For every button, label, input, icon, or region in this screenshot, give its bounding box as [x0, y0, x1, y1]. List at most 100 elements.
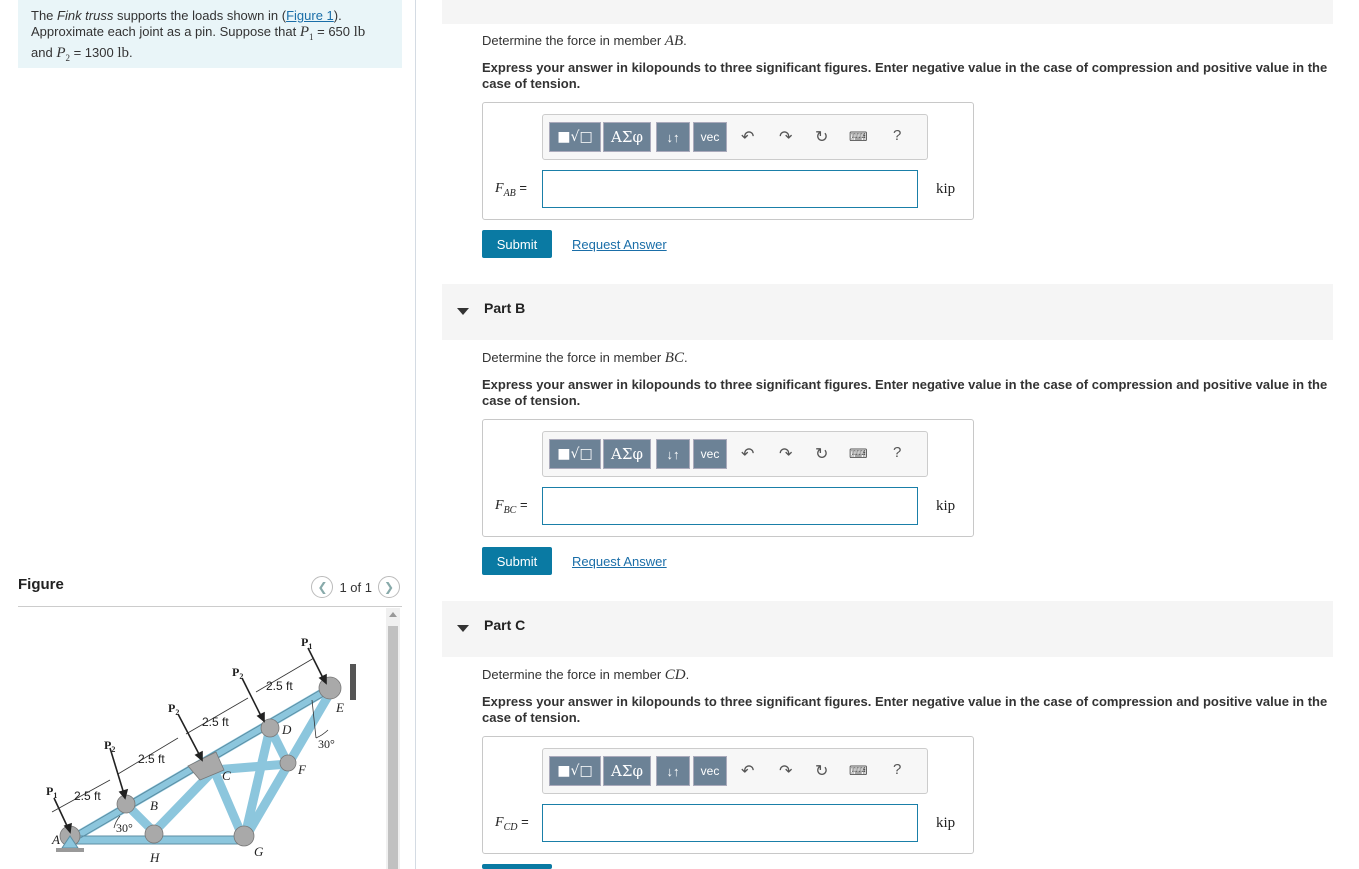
arrows-button[interactable]: ↓↑	[656, 122, 690, 152]
truss-diagram: P1 P2 P2 P2 P1 2.5 ft 2.5 ft 2.5 ft 2.5 …	[46, 635, 356, 865]
svg-text:30°: 30°	[116, 821, 133, 835]
svg-text:2.5 ft: 2.5 ft	[74, 789, 101, 803]
part-c-submit-button[interactable]	[482, 864, 552, 869]
math-toolbar: ■√□ ΑΣφ ↓↑ vec ↶ ↷ ↻ ⌨ ?	[542, 431, 928, 477]
scroll-up-icon[interactable]	[389, 612, 397, 617]
keyboard-icon[interactable]: ⌨	[849, 763, 868, 779]
load-arrows	[53, 647, 327, 834]
part-b-header[interactable]: Part B	[442, 284, 1333, 340]
part-b-instructions: Express your answer in kilopounds to thr…	[482, 377, 1328, 408]
part-a-submit-button[interactable]: Submit	[482, 230, 552, 258]
vec-button[interactable]: vec	[693, 122, 727, 152]
chevron-right-icon: ❯	[383, 580, 395, 594]
collapse-triangle-icon	[457, 625, 469, 632]
vec-button[interactable]: vec	[693, 439, 727, 469]
reset-icon[interactable]: ↻	[815, 761, 828, 781]
pager-text: 1 of 1	[339, 579, 372, 595]
help-button[interactable]: ?	[893, 444, 901, 461]
svg-text:P2: P2	[104, 738, 115, 754]
part-b-question: Determine the force in member BC.	[482, 350, 688, 366]
unit-label: kip	[936, 181, 956, 197]
truss-name: Fink truss	[57, 8, 114, 23]
svg-text:C: C	[222, 768, 231, 783]
math-toolbar: ■√□ ΑΣφ ↓↑ vec ↶ ↷ ↻ ⌨ ?	[542, 748, 928, 794]
math-toolbar: ■√□ ΑΣφ ↓↑ vec ↶ ↷ ↻ ⌨ ?	[542, 114, 928, 160]
undo-icon[interactable]: ↶	[741, 761, 754, 781]
svg-text:E: E	[335, 700, 344, 715]
figure-scrollbar[interactable]	[386, 608, 400, 869]
part-c-instructions: Express your answer in kilopounds to thr…	[482, 694, 1328, 725]
svg-text:A: A	[51, 832, 60, 847]
redo-icon[interactable]: ↷	[779, 444, 792, 464]
figure-link[interactable]: Figure 1	[286, 8, 334, 23]
part-b-request-answer-link[interactable]: Request Answer	[572, 554, 667, 569]
f-bc-label: FBC =	[495, 497, 528, 516]
svg-text:H: H	[149, 850, 160, 865]
scroll-thumb[interactable]	[388, 626, 398, 869]
greek-button[interactable]: ΑΣφ	[603, 439, 651, 469]
collapse-triangle-icon	[457, 308, 469, 315]
f-ab-label: FAB =	[495, 180, 527, 199]
panel-divider	[415, 0, 416, 869]
fraction-root-icon: ■√□	[557, 763, 593, 779]
template-button[interactable]: ■√□	[549, 756, 601, 786]
figure-pager: ❮ 1 of 1 ❯	[311, 576, 400, 598]
svg-text:D: D	[281, 722, 292, 737]
svg-text:2.5 ft: 2.5 ft	[266, 679, 293, 693]
part-a-instructions: Express your answer in kilopounds to thr…	[482, 60, 1328, 91]
figure-title: Figure	[18, 576, 64, 593]
part-a-header-strip	[442, 0, 1333, 24]
svg-text:P1: P1	[301, 635, 312, 651]
problem-statement: The Fink truss supports the loads shown …	[18, 0, 402, 68]
right-panel: Determine the force in member AB. Expres…	[442, 0, 1333, 869]
reset-icon[interactable]: ↻	[815, 444, 828, 464]
svg-text:P2: P2	[232, 665, 243, 681]
part-b-answer-box: ■√□ ΑΣφ ↓↑ vec ↶ ↷ ↻ ⌨ ? FBC = kip	[482, 419, 974, 537]
figure-header: Figure ❮ 1 of 1 ❯	[18, 572, 402, 607]
arrows-button[interactable]: ↓↑	[656, 756, 690, 786]
part-c-header[interactable]: Part C	[442, 601, 1333, 657]
part-a-request-answer-link[interactable]: Request Answer	[572, 237, 667, 252]
keyboard-icon[interactable]: ⌨	[849, 129, 868, 145]
redo-icon[interactable]: ↷	[779, 127, 792, 147]
svg-text:2.5 ft: 2.5 ft	[202, 715, 229, 729]
part-c-question: Determine the force in member CD.	[482, 667, 690, 683]
greek-button[interactable]: ΑΣφ	[603, 122, 651, 152]
fraction-root-icon: ■√□	[557, 129, 593, 145]
truss-figure: P1 P2 P2 P2 P1 2.5 ft 2.5 ft 2.5 ft 2.5 …	[18, 608, 386, 869]
arrows-button[interactable]: ↓↑	[656, 439, 690, 469]
left-panel: The Fink truss supports the loads shown …	[0, 0, 416, 869]
next-figure-button[interactable]: ❯	[378, 576, 400, 598]
unit-label: kip	[936, 815, 956, 831]
undo-icon[interactable]: ↶	[741, 127, 754, 147]
help-button[interactable]: ?	[893, 127, 901, 144]
fraction-root-icon: ■√□	[557, 446, 593, 462]
template-button[interactable]: ■√□	[549, 439, 601, 469]
reset-icon[interactable]: ↻	[815, 127, 828, 147]
svg-text:G: G	[254, 844, 264, 859]
unit-label: kip	[936, 498, 956, 514]
f-cd-label: FCD =	[495, 814, 529, 833]
prev-figure-button[interactable]: ❮	[311, 576, 334, 598]
undo-icon[interactable]: ↶	[741, 444, 754, 464]
template-button[interactable]: ■√□	[549, 122, 601, 152]
part-a-answer-box: ■√□ ΑΣφ ↓↑ vec ↶ ↷ ↻ ⌨ ? FAB = kip	[482, 102, 974, 220]
wall-support	[350, 664, 356, 700]
keyboard-icon[interactable]: ⌨	[849, 446, 868, 462]
svg-text:P2: P2	[168, 701, 179, 717]
svg-text:2.5 ft: 2.5 ft	[138, 752, 165, 766]
part-a-question: Determine the force in member AB.	[482, 33, 687, 49]
part-c-answer-box: ■√□ ΑΣφ ↓↑ vec ↶ ↷ ↻ ⌨ ? FCD = kip	[482, 736, 974, 854]
svg-text:30°: 30°	[318, 737, 335, 751]
f-ab-input[interactable]	[542, 170, 918, 208]
greek-button[interactable]: ΑΣφ	[603, 756, 651, 786]
redo-icon[interactable]: ↷	[779, 761, 792, 781]
f-bc-input[interactable]	[542, 487, 918, 525]
svg-text:B: B	[150, 798, 158, 813]
f-cd-input[interactable]	[542, 804, 918, 842]
part-b-submit-button[interactable]: Submit	[482, 547, 552, 575]
vec-button[interactable]: vec	[693, 756, 727, 786]
svg-text:P1: P1	[46, 784, 57, 800]
chevron-left-icon: ❮	[317, 580, 328, 594]
help-button[interactable]: ?	[893, 761, 901, 778]
